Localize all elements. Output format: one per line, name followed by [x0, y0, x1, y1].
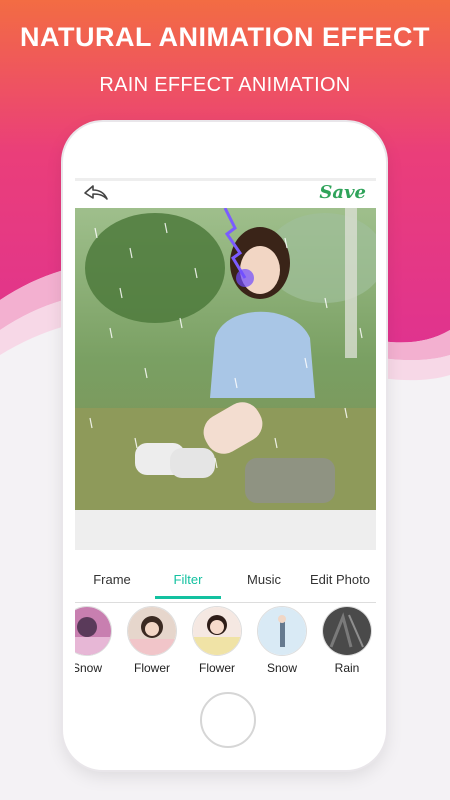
edited-photo[interactable]	[75, 208, 376, 510]
headline: NATURAL ANIMATION EFFECT	[20, 22, 430, 52]
effect-item-snow[interactable]: Snow	[75, 606, 119, 675]
effect-thumbnail	[257, 606, 307, 656]
photo-canvas-area	[75, 208, 376, 550]
effects-carousel: Snow Flower Flower Snow Rain	[75, 606, 376, 676]
editor-tabs: Frame Filter Music Edit Photo	[75, 566, 376, 603]
editor-screen: Save Frame Filter Music Edit Photo Snow …	[75, 178, 376, 698]
back-arrow-icon[interactable]	[83, 183, 109, 205]
effect-label: Flower	[133, 661, 170, 675]
editor-toolbar: Save	[75, 178, 376, 209]
effect-thumbnail	[75, 606, 112, 656]
effect-thumbnail	[322, 606, 372, 656]
effect-label: Flower	[198, 661, 235, 675]
save-button[interactable]: Save	[319, 182, 366, 203]
tab-edit-photo[interactable]: Edit Photo	[303, 566, 377, 598]
subheadline: RAIN EFFECT ANIMATION	[99, 74, 351, 96]
effect-thumbnail	[127, 606, 177, 656]
effect-thumbnail	[192, 606, 242, 656]
effect-item-snow-2[interactable]: Snow	[250, 606, 314, 675]
tab-music[interactable]: Music	[235, 566, 293, 598]
tab-filter[interactable]: Filter	[155, 566, 221, 598]
active-tab-indicator	[155, 596, 221, 599]
effect-label: Snow	[266, 661, 298, 675]
home-button[interactable]	[200, 692, 256, 748]
tab-frame[interactable]: Frame	[83, 566, 141, 598]
effect-item-flower[interactable]: Flower	[120, 606, 184, 675]
effect-label: Rain	[334, 661, 360, 675]
effect-item-rain[interactable]: Rain	[315, 606, 376, 675]
effect-item-flower-2[interactable]: Flower	[185, 606, 249, 675]
effect-label: Snow	[75, 661, 103, 675]
